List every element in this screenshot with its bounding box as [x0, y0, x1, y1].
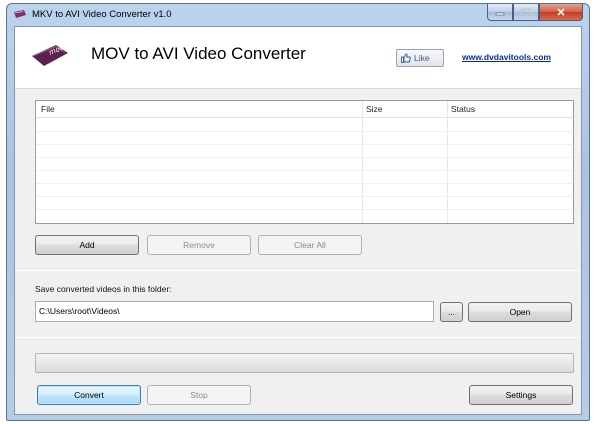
clear-all-button[interactable]: Clear All — [258, 235, 362, 255]
app-header: mov MOV to AVI Video Converter Like www.… — [15, 27, 581, 89]
column-divider — [362, 101, 363, 223]
section-divider — [15, 270, 581, 271]
app-title: MOV to AVI Video Converter — [91, 44, 306, 63]
column-header-size[interactable]: Size — [366, 104, 383, 114]
file-list-header: File Size Status — [36, 101, 573, 118]
close-icon: ✕ — [556, 6, 566, 19]
row-gridline — [36, 183, 573, 184]
convert-button[interactable]: Convert — [37, 385, 141, 405]
browse-button[interactable]: ... — [440, 302, 463, 322]
file-list[interactable]: File Size Status — [35, 100, 574, 224]
window-title: MKV to AVI Video Converter v1.0 — [32, 9, 172, 20]
progress-bar — [35, 353, 574, 373]
like-button[interactable]: Like — [396, 49, 444, 67]
close-button[interactable]: ✕ — [539, 4, 583, 21]
thumbs-up-icon — [401, 53, 411, 63]
window-controls: ✕ — [487, 4, 583, 22]
maximize-button[interactable] — [513, 4, 539, 21]
section-divider — [15, 337, 581, 338]
output-folder-field[interactable]: C:\Users\root\Videos\ — [35, 301, 434, 322]
row-gridline — [36, 144, 573, 145]
column-divider — [447, 101, 448, 223]
maximize-icon — [521, 7, 531, 17]
row-gridline — [36, 157, 573, 158]
app-icon — [14, 10, 26, 18]
minimize-icon — [495, 12, 505, 16]
row-gridline — [36, 209, 573, 210]
row-gridline — [36, 196, 573, 197]
title-bar[interactable]: MKV to AVI Video Converter v1.0 ✕ — [7, 4, 589, 26]
output-folder-label: Save converted videos in this folder: — [35, 284, 172, 294]
client-area: mov MOV to AVI Video Converter Like www.… — [14, 26, 582, 415]
like-label: Like — [414, 53, 430, 63]
open-button[interactable]: Open — [468, 302, 572, 322]
column-header-file[interactable]: File — [41, 104, 55, 114]
website-link[interactable]: www.dvdavitools.com — [462, 52, 551, 62]
row-gridline — [36, 131, 573, 132]
add-button[interactable]: Add — [35, 235, 139, 255]
app-window: MKV to AVI Video Converter v1.0 ✕ mov MO… — [6, 3, 590, 421]
minimize-button[interactable] — [487, 4, 513, 21]
stop-button[interactable]: Stop — [147, 385, 251, 405]
remove-button[interactable]: Remove — [147, 235, 251, 255]
settings-button[interactable]: Settings — [469, 385, 573, 405]
row-gridline — [36, 170, 573, 171]
column-header-status[interactable]: Status — [451, 104, 475, 114]
mov-logo-icon: mov — [32, 43, 68, 66]
